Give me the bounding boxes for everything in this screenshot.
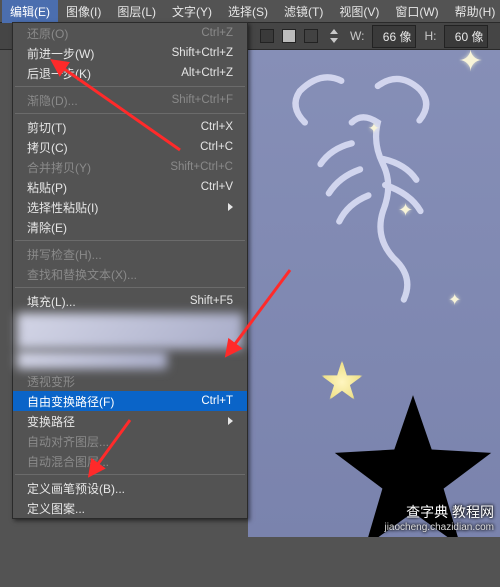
- menuitem-find-replace[interactable]: 查找和替换文本(X)...: [13, 264, 247, 284]
- menuitem-label: 自动对齐图层...: [27, 433, 109, 450]
- height-label: H:: [424, 29, 436, 43]
- menubar: 编辑(E) 图像(I) 图层(L) 文字(Y) 选择(S) 滤镜(T) 视图(V…: [0, 0, 500, 22]
- menu-window[interactable]: 窗口(W): [387, 0, 446, 23]
- menuitem-shortcut: Shift+Ctrl+C: [170, 161, 233, 173]
- menuitem-label: 前进一步(W): [27, 45, 94, 62]
- menuitem-fade[interactable]: 渐隐(D)... Shift+Ctrl+F: [13, 90, 247, 110]
- menuitem-define-pattern[interactable]: 定义图案...: [13, 498, 247, 518]
- menuitem-shortcut: Ctrl+C: [200, 141, 233, 153]
- menuitem-paste[interactable]: 粘贴(P) Ctrl+V: [13, 177, 247, 197]
- star-decor-icon: ✦: [368, 120, 380, 137]
- menuitem-label: 透视变形: [27, 373, 75, 390]
- menuitem-fill[interactable]: 填充(L)... Shift+F5: [13, 291, 247, 311]
- menuitem-label: 还原(O): [27, 25, 68, 42]
- artwork-background: ✦ ✦ ✦ ✦: [248, 50, 500, 537]
- menuitem-label: 合并拷贝(Y): [27, 159, 91, 176]
- swap-arrows-icon[interactable]: [326, 28, 342, 44]
- menuitem-auto-align[interactable]: 自动对齐图层...: [13, 431, 247, 451]
- menuitem-spell-check[interactable]: 拼写检查(H)...: [13, 244, 247, 264]
- menuitem-auto-blend[interactable]: 自动混合图层...: [13, 451, 247, 471]
- menuitem-label: 选择性粘贴(I): [27, 199, 98, 216]
- menuitem-undo[interactable]: 还原(O) Ctrl+Z: [13, 23, 247, 43]
- menuitem-label: 拷贝(C): [27, 139, 68, 156]
- swatch-icon[interactable]: [282, 29, 296, 43]
- menu-view[interactable]: 视图(V): [331, 0, 387, 23]
- menu-separator: [15, 86, 245, 87]
- watermark: 查字典 教程网 jiaocheng.chazidian.com: [384, 502, 494, 533]
- menuitem-shortcut: Ctrl+X: [201, 121, 233, 133]
- menuitem-step-backward[interactable]: 后退一步(K) Alt+Ctrl+Z: [13, 63, 247, 83]
- menuitem-label: 拼写检查(H)...: [27, 246, 102, 263]
- menuitem-paste-special[interactable]: 选择性粘贴(I): [13, 197, 247, 217]
- menuitem-shortcut: Ctrl+V: [201, 181, 233, 193]
- menuitem-shortcut: Ctrl+Z: [201, 27, 233, 39]
- menuitem-label: 填充(L)...: [27, 293, 76, 310]
- menuitem-transform-path[interactable]: 变换路径: [13, 411, 247, 431]
- menuitem-label: 粘贴(P): [27, 179, 67, 196]
- menuitem-label: 定义图案...: [27, 500, 85, 517]
- width-label: W:: [350, 29, 364, 43]
- star-decor-icon: ✦: [448, 290, 461, 310]
- menu-separator: [15, 287, 245, 288]
- edit-menu-dropdown: 还原(O) Ctrl+Z 前进一步(W) Shift+Ctrl+Z 后退一步(K…: [12, 22, 248, 519]
- menuitem-clear[interactable]: 清除(E): [13, 217, 247, 237]
- menuitem-label: 清除(E): [27, 219, 67, 236]
- menuitem-shortcut: Shift+F5: [190, 295, 233, 307]
- submenu-arrow-icon: [228, 203, 233, 211]
- swatch-icon[interactable]: [260, 29, 274, 43]
- blurred-region: [17, 351, 167, 369]
- menu-help[interactable]: 帮助(H): [447, 0, 500, 23]
- menu-separator: [15, 113, 245, 114]
- menuitem-copy-merged[interactable]: 合并拷贝(Y) Shift+Ctrl+C: [13, 157, 247, 177]
- menu-select[interactable]: 选择(S): [220, 0, 276, 23]
- menuitem-shortcut: Ctrl+T: [201, 395, 233, 407]
- menuitem-label: 查找和替换文本(X)...: [27, 266, 137, 283]
- menu-filter[interactable]: 滤镜(T): [276, 0, 331, 23]
- star-decor-icon: ✦: [398, 200, 413, 221]
- star-decor-icon: ✦: [458, 50, 483, 79]
- menuitem-shortcut: Shift+Ctrl+Z: [172, 47, 233, 59]
- scorpion-illustration-icon: [278, 60, 488, 310]
- blurred-region: [17, 313, 243, 349]
- canvas[interactable]: ✦ ✦ ✦ ✦: [248, 50, 500, 537]
- menuitem-label: 剪切(T): [27, 119, 66, 136]
- menu-layer[interactable]: 图层(L): [109, 0, 164, 23]
- menuitem-shortcut: Shift+Ctrl+F: [172, 94, 233, 106]
- menuitem-label: 自动混合图层...: [27, 453, 109, 470]
- menuitem-perspective-warp[interactable]: 透视变形: [13, 371, 247, 391]
- menuitem-label: 自由变换路径(F): [27, 393, 114, 410]
- menu-image[interactable]: 图像(I): [58, 0, 109, 23]
- submenu-arrow-icon: [228, 417, 233, 425]
- menu-type[interactable]: 文字(Y): [164, 0, 220, 23]
- menuitem-cut[interactable]: 剪切(T) Ctrl+X: [13, 117, 247, 137]
- menu-separator: [15, 474, 245, 475]
- watermark-line1: 查字典 教程网: [384, 502, 494, 522]
- menuitem-label: 定义画笔预设(B)...: [27, 480, 125, 497]
- menu-separator: [15, 240, 245, 241]
- menuitem-shortcut: Alt+Ctrl+Z: [181, 67, 233, 79]
- menu-edit[interactable]: 编辑(E): [2, 0, 58, 23]
- swatch-icon[interactable]: [304, 29, 318, 43]
- menuitem-free-transform-path[interactable]: 自由变换路径(F) Ctrl+T: [13, 391, 247, 411]
- watermark-line2: jiaocheng.chazidian.com: [384, 522, 494, 533]
- height-field[interactable]: 60 像: [444, 25, 488, 48]
- menuitem-step-forward[interactable]: 前进一步(W) Shift+Ctrl+Z: [13, 43, 247, 63]
- menuitem-copy[interactable]: 拷贝(C) Ctrl+C: [13, 137, 247, 157]
- menuitem-define-brush[interactable]: 定义画笔预设(B)...: [13, 478, 247, 498]
- menuitem-label: 后退一步(K): [27, 65, 91, 82]
- menuitem-label: 渐隐(D)...: [27, 92, 78, 109]
- width-field[interactable]: 66 像: [372, 25, 416, 48]
- menuitem-label: 变换路径: [27, 413, 75, 430]
